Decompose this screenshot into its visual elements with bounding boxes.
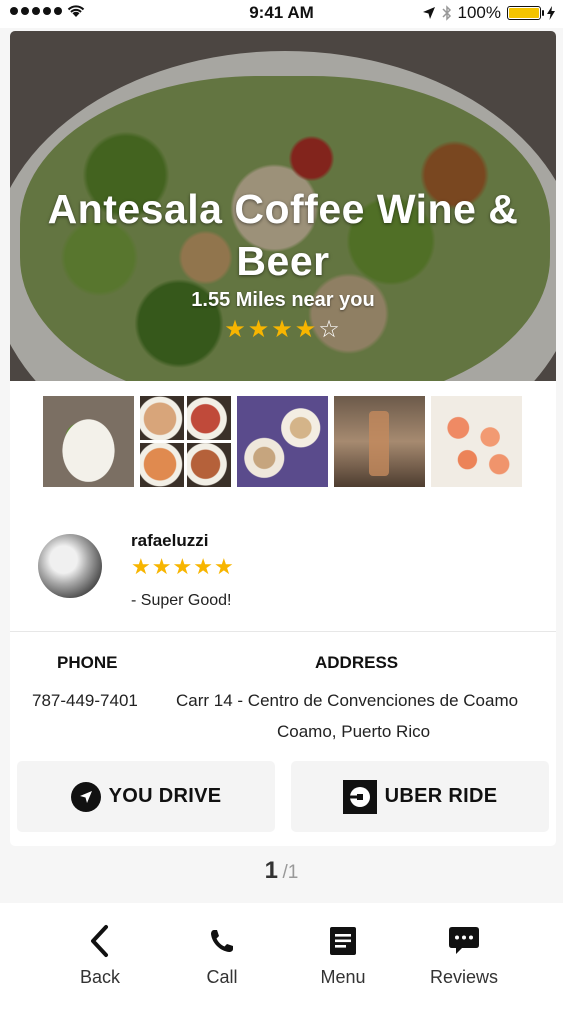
review-item: rafaeluzzi ★★★★★ - Super Good! (10, 511, 556, 631)
star-full-icon: ★ (193, 554, 214, 579)
star-full-icon: ★ (151, 554, 173, 579)
page-current: 1 (264, 857, 279, 884)
avatar[interactable] (38, 534, 102, 598)
battery-icon (507, 6, 544, 20)
review-rating: ★★★★★ (131, 554, 235, 580)
tab-menu[interactable]: Menu (283, 903, 403, 1010)
tab-back[interactable]: Back (40, 903, 160, 1010)
tab-menu-label: Menu (320, 967, 366, 987)
gallery-thumb-plates[interactable] (140, 396, 231, 487)
photo-gallery (43, 396, 522, 487)
star-full-icon: ★ (172, 554, 194, 579)
restaurant-distance: 1.55 Miles near you (191, 289, 375, 311)
address-label: ADDRESS (315, 653, 399, 672)
gallery-thumb-coffee[interactable] (237, 396, 328, 487)
tab-call[interactable]: Call (162, 903, 282, 1010)
phone-label: PHONE (57, 653, 118, 672)
navigation-arrow-icon (70, 781, 101, 812)
menu-document-icon (283, 923, 403, 959)
uber-logo-icon (342, 779, 377, 814)
uber-ride-label: UBER RIDE (384, 785, 498, 807)
star-full-icon: ★ (247, 316, 272, 343)
restaurant-rating: ★★★★☆ (10, 315, 556, 344)
status-right: 100% (422, 3, 555, 23)
bottom-tab-bar: Back Call Menu Reviews (0, 903, 563, 1010)
bluetooth-icon (441, 5, 451, 21)
star-full-icon: ★ (271, 316, 295, 343)
tab-reviews[interactable]: Reviews (404, 903, 524, 1010)
chat-bubble-icon (404, 923, 524, 959)
star-full-icon: ★ (213, 554, 235, 579)
page-indicator: 1 /1 (0, 857, 563, 885)
gallery-thumb-salmon[interactable] (431, 396, 522, 487)
restaurant-name: Antesala Coffee Wine & Beer (47, 186, 519, 284)
star-empty-icon: ☆ (318, 316, 342, 343)
tab-reviews-label: Reviews (429, 967, 499, 987)
page-total: /1 (282, 862, 299, 883)
review-text: - Super Good! (131, 592, 232, 609)
location-arrow-icon (422, 7, 435, 19)
star-full-icon: ★ (294, 316, 319, 343)
status-bar: 9:41 AM 100% (0, 0, 563, 28)
restaurant-card: Antesala Coffee Wine & Beer 1.55 Miles n… (10, 31, 556, 846)
you-drive-label: YOU DRIVE (108, 785, 222, 807)
gallery-thumb-bar[interactable] (334, 396, 425, 487)
phone-icon (162, 923, 282, 959)
chevron-left-icon (40, 923, 160, 959)
tab-call-label: Call (206, 967, 238, 987)
star-full-icon: ★ (224, 316, 248, 343)
hero-image[interactable]: Antesala Coffee Wine & Beer 1.55 Miles n… (10, 31, 556, 381)
charging-icon (547, 6, 555, 20)
address-line-2[interactable]: Coamo, Puerto Rico (277, 722, 430, 742)
address-line-1[interactable]: Carr 14 - Centro de Convenciones de Coam… (176, 691, 518, 711)
divider (10, 631, 556, 632)
uber-ride-button[interactable]: UBER RIDE (291, 761, 549, 832)
review-author: rafaeluzzi (131, 531, 209, 550)
star-full-icon: ★ (131, 554, 152, 579)
battery-percent: 100% (457, 3, 501, 22)
phone-number[interactable]: 787-449-7401 (32, 691, 138, 711)
you-drive-button[interactable]: YOU DRIVE (17, 761, 275, 832)
gallery-thumb-salad[interactable] (43, 396, 134, 487)
tab-back-label: Back (79, 967, 121, 987)
